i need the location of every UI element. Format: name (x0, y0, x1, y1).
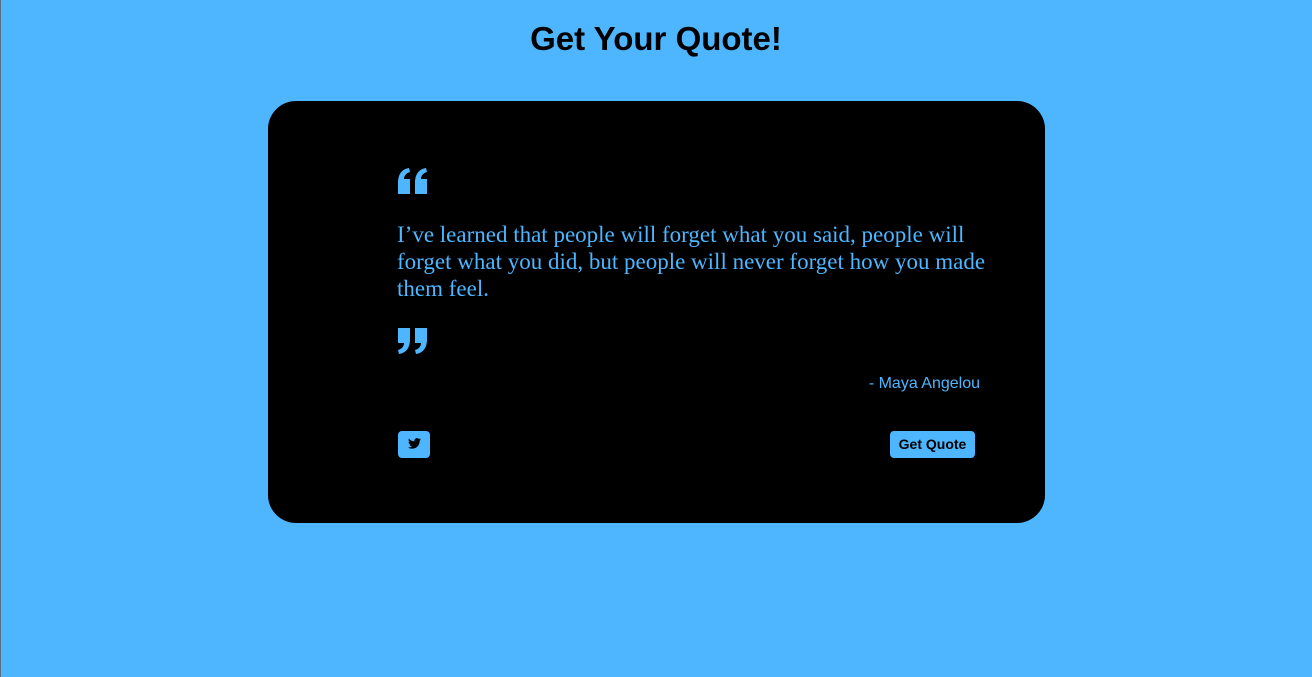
twitter-icon (407, 437, 421, 452)
quote-card: I’ve learned that people will forget wha… (268, 101, 1045, 523)
quote-text: I’ve learned that people will forget wha… (397, 222, 986, 301)
quote-author: - Maya Angelou (868, 375, 980, 392)
get-quote-button[interactable]: Get Quote (890, 431, 975, 458)
open-quote-icon (397, 168, 428, 194)
page-title: Get Your Quote! (530, 20, 782, 57)
tweet-button[interactable] (398, 431, 430, 458)
close-quote-icon (397, 328, 428, 354)
window-edge (0, 0, 1, 677)
